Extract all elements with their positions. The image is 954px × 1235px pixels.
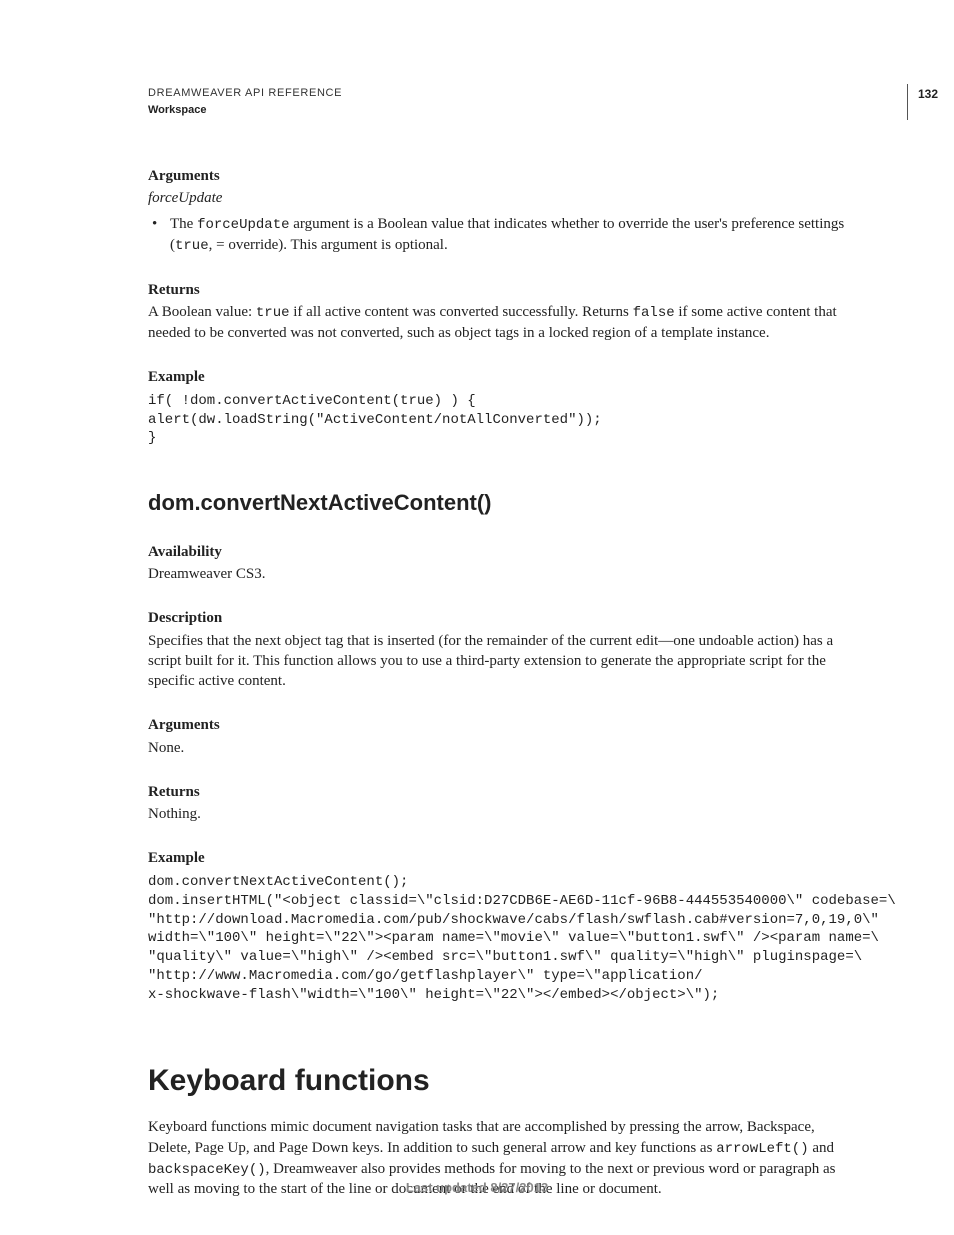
section-prev-function: Arguments forceUpdate The forceUpdate ar… [148,166,846,449]
text: , = override). This argument is optional… [209,237,448,253]
returns-text: Nothing. [148,804,846,824]
text: A Boolean value: [148,304,256,320]
page-header: DREAMWEAVER API REFERENCE Workspace 132 [148,86,846,118]
document-page: DREAMWEAVER API REFERENCE Workspace 132 … [0,0,954,1235]
arguments-text: None. [148,738,846,758]
arguments-list: The forceUpdate argument is a Boolean va… [148,214,846,256]
example-heading: Example [148,367,846,387]
returns-heading: Returns [148,782,846,802]
code-inline: false [633,305,675,321]
text: The [170,216,197,232]
doc-section: Workspace [148,103,846,118]
description-heading: Description [148,608,846,628]
doc-title: DREAMWEAVER API REFERENCE [148,86,846,101]
example-heading: Example [148,848,846,868]
list-item: The forceUpdate argument is a Boolean va… [166,214,846,256]
returns-text: A Boolean value: true if all active cont… [148,302,846,343]
availability-heading: Availability [148,542,846,562]
returns-heading: Returns [148,280,846,300]
code-inline: forceUpdate [197,217,289,233]
code-inline: true [256,305,290,321]
description-text: Specifies that the next object tag that … [148,631,846,692]
code-inline: backspaceKey() [148,1162,266,1178]
api-function-title: dom.convertNextActiveContent() [148,488,846,518]
arguments-heading: Arguments [148,715,846,735]
example-code-block: dom.convertNextActiveContent(); dom.inse… [148,873,846,1005]
chapter-title: Keyboard functions [148,1061,846,1102]
page-footer: Last updated 8/27/2013 [0,1179,954,1197]
arguments-param: forceUpdate [148,188,846,208]
example-code-block: if( !dom.convertActiveContent(true) ) { … [148,392,846,449]
section-convert-next-active-content: dom.convertNextActiveContent() Availabil… [148,488,846,1005]
page-number: 132 [907,84,938,120]
text: and [809,1140,834,1156]
code-inline: arrowLeft() [716,1141,808,1157]
text: if all active content was converted succ… [290,304,633,320]
arguments-heading: Arguments [148,166,846,186]
code-inline: true [175,238,209,254]
availability-text: Dreamweaver CS3. [148,564,846,584]
text: Keyboard functions mimic document naviga… [148,1119,815,1155]
